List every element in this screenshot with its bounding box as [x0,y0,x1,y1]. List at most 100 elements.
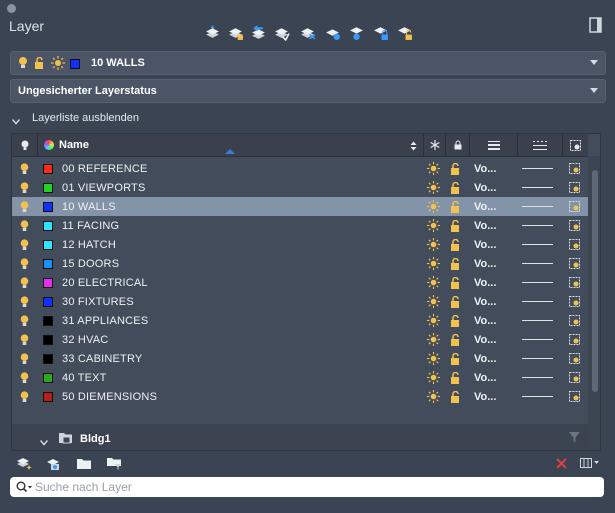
sun-thawed-icon[interactable] [427,387,440,406]
layer-color-swatch[interactable] [43,159,53,178]
freeze-layer-icon[interactable] [322,22,342,42]
sun-thawed-icon[interactable] [427,197,440,216]
lineweight-preview[interactable] [522,273,553,292]
layer-color-swatch[interactable] [43,197,53,216]
viewport-freeze-icon[interactable] [569,349,580,368]
table-row[interactable]: 11 FACING Vo... [12,216,588,235]
layer-linetype[interactable]: Vo... [474,330,496,349]
sun-thawed-icon[interactable] [427,368,440,387]
viewport-freeze-icon[interactable] [569,273,580,292]
bulb-on-icon[interactable] [20,178,29,197]
layer-search-box[interactable] [10,477,604,497]
layer-linetype[interactable]: Vo... [474,159,496,178]
viewport-freeze-icon[interactable] [569,178,580,197]
sun-thawed-icon[interactable] [427,292,440,311]
make-object-layer-current-icon[interactable] [202,22,222,42]
table-row[interactable]: 32 HVAC Vo... [12,330,588,349]
search-input[interactable] [35,480,575,494]
lineweight-preview[interactable] [522,216,553,235]
bulb-on-icon[interactable] [20,368,29,387]
sun-thawed-icon[interactable] [427,311,440,330]
layer-color-swatch[interactable] [43,235,53,254]
table-row[interactable]: 15 DOORS Vo... [12,254,588,273]
viewport-freeze-icon[interactable] [569,292,580,311]
lineweight-preview[interactable] [522,387,553,406]
bulb-on-icon[interactable] [20,235,29,254]
previous-layer-icon[interactable] [248,22,268,42]
table-row[interactable]: 40 TEXT Vo... [12,368,588,387]
new-group-filter-icon[interactable] [74,454,94,472]
bulb-on-icon[interactable] [20,197,29,216]
table-row[interactable]: 20 ELECTRICAL Vo... [12,273,588,292]
layer-group-row[interactable]: Bldg1 [12,424,588,450]
table-row[interactable]: 10 WALLS Vo... [12,197,588,216]
table-row[interactable]: 31 APPLIANCES Vo... [12,311,588,330]
scrollbar-thumb[interactable] [592,170,598,392]
lineweight-preview[interactable] [522,159,553,178]
column-settings-icon[interactable] [578,454,602,472]
unlock-icon[interactable] [450,368,461,387]
layer-color-swatch[interactable] [43,178,53,197]
table-row[interactable]: 33 CABINETRY Vo... [12,349,588,368]
lineweight-preview[interactable] [522,311,553,330]
layer-state-dropdown[interactable]: Ungesicherter Layerstatus [10,79,606,103]
table-row[interactable]: 12 HATCH Vo... [12,235,588,254]
layer-linetype[interactable]: Vo... [474,349,496,368]
layer-color-swatch[interactable] [43,216,53,235]
unlock-icon[interactable] [450,273,461,292]
sun-thawed-icon[interactable] [427,216,440,235]
layer-color-swatch[interactable] [43,387,53,406]
delete-layer-icon[interactable] [551,454,571,472]
chevron-down-icon[interactable] [39,435,49,449]
window-close-dot[interactable] [7,4,16,13]
sun-thawed-icon[interactable] [427,349,440,368]
layer-linetype[interactable]: Vo... [474,311,496,330]
bulb-on-icon[interactable] [20,349,29,368]
sun-thawed-icon[interactable] [427,178,440,197]
sun-thawed-icon[interactable] [427,235,440,254]
layer-color-swatch[interactable] [43,330,53,349]
unlock-icon[interactable] [450,349,461,368]
lineweight-preview[interactable] [522,254,553,273]
layer-color-swatch[interactable] [43,292,53,311]
lock-layer-icon[interactable] [370,22,390,42]
viewport-freeze-icon[interactable] [569,368,580,387]
lineweight-preview[interactable] [522,292,553,311]
layer-linetype[interactable]: Vo... [474,273,496,292]
viewport-freeze-icon[interactable] [569,216,580,235]
layer-linetype[interactable]: Vo... [474,178,496,197]
unlock-icon[interactable] [450,197,461,216]
unlock-icon[interactable] [450,159,461,178]
unlock-icon[interactable] [450,254,461,273]
bulb-on-icon[interactable] [20,311,29,330]
layer-color-swatch[interactable] [43,368,53,387]
layer-color-swatch[interactable] [43,311,53,330]
layer-color-swatch[interactable] [43,273,53,292]
column-viewport[interactable] [563,134,588,156]
sun-thawed-icon[interactable] [427,330,440,349]
viewport-freeze-icon[interactable] [569,254,580,273]
dock-panel-icon[interactable] [589,17,603,33]
layer-linetype[interactable]: Vo... [474,235,496,254]
filter-icon[interactable] [569,432,580,446]
viewport-freeze-icon[interactable] [569,330,580,349]
column-linetype[interactable] [518,134,563,156]
lineweight-preview[interactable] [522,349,553,368]
current-layer-dropdown[interactable]: 10 WALLS [10,51,606,75]
unlock-icon[interactable] [450,216,461,235]
table-row[interactable]: 00 REFERENCE Vo... [12,159,588,178]
lineweight-preview[interactable] [522,178,553,197]
viewport-freeze-icon[interactable] [569,159,580,178]
unlock-layer-icon[interactable] [394,22,414,42]
layer-off-icon[interactable] [346,22,366,42]
bulb-on-icon[interactable] [20,273,29,292]
unlock-icon[interactable] [450,235,461,254]
bulb-on-icon[interactable] [20,292,29,311]
unlock-icon[interactable] [450,387,461,406]
match-layer-icon[interactable] [225,22,245,42]
table-row[interactable]: 01 VIEWPORTS Vo... [12,178,588,197]
layer-isolate-icon[interactable] [271,22,291,42]
bulb-on-icon[interactable] [20,330,29,349]
viewport-freeze-icon[interactable] [569,197,580,216]
bulb-on-icon[interactable] [20,387,29,406]
